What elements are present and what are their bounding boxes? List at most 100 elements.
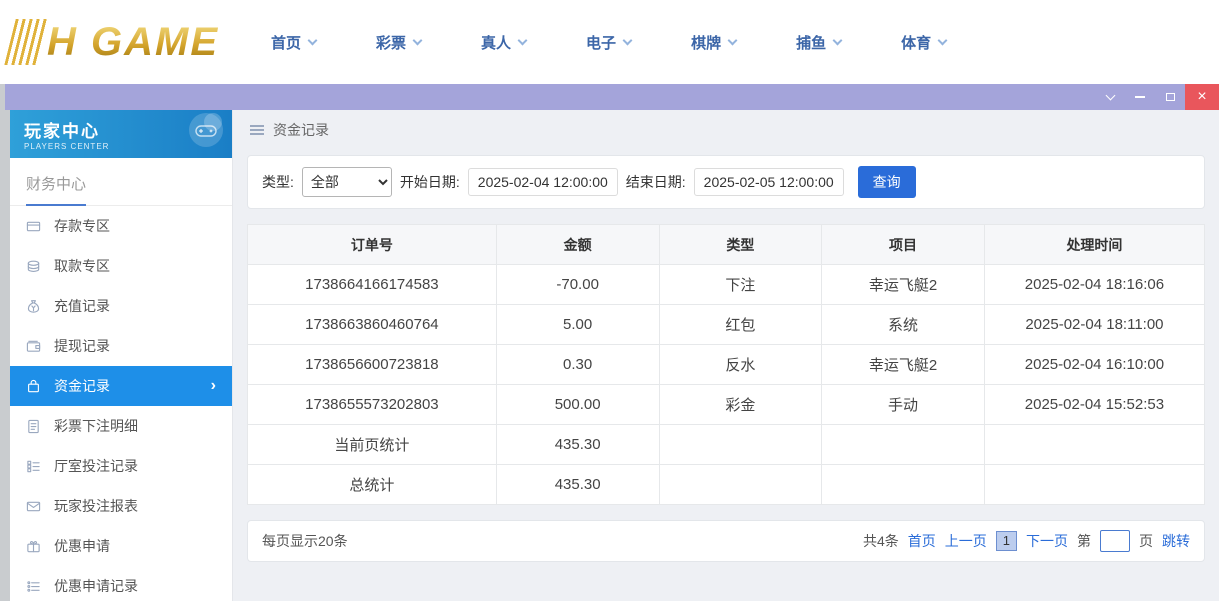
table-row: 17386638604607645.00红包系统2025-02-04 18:11… xyxy=(248,305,1205,345)
nav-item-6[interactable]: 捕鱼 xyxy=(796,32,841,53)
window-close-button[interactable]: × xyxy=(1185,84,1219,110)
sidebar-item-deposit[interactable]: 存款专区 xyxy=(10,206,232,246)
query-button[interactable]: 查询 xyxy=(858,166,916,198)
funds-table: 订单号金额类型项目处理时间 1738664166174583-70.00下注幸运… xyxy=(247,224,1205,505)
sidebar-item-promo-record[interactable]: 优惠申请记录 xyxy=(10,566,232,601)
table-cell: 系统 xyxy=(822,305,985,345)
first-page-link[interactable]: 首页 xyxy=(908,531,936,551)
table-cell: 2025-02-04 18:16:06 xyxy=(984,265,1204,305)
table-cell: 幸运飞艇2 xyxy=(822,345,985,385)
table-cell: 彩金 xyxy=(659,385,822,425)
table-cell: 1738656600723818 xyxy=(248,345,497,385)
sidebar-item-label: 彩票下注明细 xyxy=(54,416,138,436)
sidebar-section-title: 财务中心 xyxy=(10,158,232,206)
sidebar-item-label: 取款专区 xyxy=(54,256,110,276)
table-header-row: 订单号金额类型项目处理时间 xyxy=(248,225,1205,265)
table-cell: 下注 xyxy=(659,265,822,305)
nav-item-label: 电子 xyxy=(586,32,616,53)
gamepad-icon xyxy=(180,110,226,158)
sidebar-item-label: 提现记录 xyxy=(54,336,110,356)
sidebar-item-label: 厅室投注记录 xyxy=(54,456,138,476)
table-cell: 反水 xyxy=(659,345,822,385)
table-cell: 总统计 xyxy=(248,465,497,505)
chevron-right-icon: › xyxy=(211,378,216,394)
player-report-icon xyxy=(26,499,41,514)
start-date-label: 开始日期: xyxy=(400,172,460,192)
table-row: 总统计435.30 xyxy=(248,465,1205,505)
table-cell: 0.30 xyxy=(496,345,659,385)
logo: H GAME xyxy=(10,19,219,65)
nav-item-1[interactable]: 首页 xyxy=(271,32,316,53)
nav-item-label: 体育 xyxy=(901,32,931,53)
sidebar-item-promo-apply[interactable]: 优惠申请 xyxy=(10,526,232,566)
page-jump-input[interactable] xyxy=(1100,530,1130,552)
nav-item-3[interactable]: 真人 xyxy=(481,32,526,53)
table-cell: 1738663860460764 xyxy=(248,305,497,345)
sidebar: 玩家中心 PLAYERS CENTER 财务中心 存款专区取款专区充值记录提现 xyxy=(10,110,233,601)
sidebar-item-label: 优惠申请记录 xyxy=(54,576,138,596)
sidebar-item-funds[interactable]: 资金记录 › xyxy=(10,366,232,406)
sidebar-item-label: 充值记录 xyxy=(54,296,110,316)
nav-item-5[interactable]: 棋牌 xyxy=(691,32,736,53)
sidebar-menu: 存款专区取款专区充值记录提现记录资金记录 › 彩票下注明细厅室投注记录玩家投注报表优… xyxy=(10,206,232,601)
table-cell xyxy=(984,465,1204,505)
nav-item-2[interactable]: 彩票 xyxy=(376,32,421,53)
table-cell: 500.00 xyxy=(496,385,659,425)
table-cell: 红包 xyxy=(659,305,822,345)
table-cell: 5.00 xyxy=(496,305,659,345)
breadcrumb-label: 资金记录 xyxy=(273,120,329,140)
main-content: 资金记录 类型: 全部 开始日期: 结束日期: 查询 订单号金额类型项目处理时间… xyxy=(233,110,1219,601)
sidebar-item-hall-bet[interactable]: 厅室投注记录 xyxy=(10,446,232,486)
promo-record-icon xyxy=(26,579,41,594)
chevron-down-icon xyxy=(413,35,423,45)
type-select[interactable]: 全部 xyxy=(302,167,392,197)
page-size-text: 每页显示20条 xyxy=(262,531,348,551)
app-window: H GAME 首页 彩票 真人 电子 棋牌 捕鱼 体育 × 玩家中心 PLAYERS CEN… xyxy=(0,0,1219,601)
sidebar-header: 玩家中心 PLAYERS CENTER xyxy=(10,110,232,158)
prev-page-link[interactable]: 上一页 xyxy=(945,531,987,551)
promo-apply-icon xyxy=(26,539,41,554)
table-cell xyxy=(659,425,822,465)
table-header-cell: 类型 xyxy=(659,225,822,265)
funds-icon xyxy=(26,379,41,394)
pagination-controls: 共4条 首页 上一页 1 下一页 第 页 跳转 xyxy=(863,530,1190,552)
chevron-down-icon xyxy=(1105,91,1115,101)
window-dropdown-button[interactable] xyxy=(1095,84,1125,110)
sidebar-item-label: 优惠申请 xyxy=(54,536,110,556)
table-cell xyxy=(822,425,985,465)
deposit-icon xyxy=(26,219,41,234)
next-page-link[interactable]: 下一页 xyxy=(1026,531,1068,551)
table-cell: 2025-02-04 16:10:00 xyxy=(984,345,1204,385)
jump-suffix-label: 页 xyxy=(1139,531,1153,551)
jump-button[interactable]: 跳转 xyxy=(1162,531,1190,551)
start-date-input[interactable] xyxy=(468,168,618,196)
nav-item-label: 捕鱼 xyxy=(796,32,826,53)
withdraw-icon xyxy=(26,259,41,274)
table-header-cell: 项目 xyxy=(822,225,985,265)
window-minimize-button[interactable] xyxy=(1125,84,1155,110)
nav-item-4[interactable]: 电子 xyxy=(586,32,631,53)
table-cell: 手动 xyxy=(822,385,985,425)
sidebar-item-lottery-detail[interactable]: 彩票下注明细 xyxy=(10,406,232,446)
table-cell: 435.30 xyxy=(496,425,659,465)
hall-bet-icon xyxy=(26,459,41,474)
breadcrumb: 资金记录 xyxy=(233,110,1219,150)
nav-item-7[interactable]: 体育 xyxy=(901,32,946,53)
table-cell: 1738655573202803 xyxy=(248,385,497,425)
sidebar-item-recharge[interactable]: 充值记录 xyxy=(10,286,232,326)
table-body: 1738664166174583-70.00下注幸运飞艇22025-02-04 … xyxy=(248,265,1205,505)
table-row: 1738664166174583-70.00下注幸运飞艇22025-02-04 … xyxy=(248,265,1205,305)
sidebar-item-withdrawal-record[interactable]: 提现记录 xyxy=(10,326,232,366)
table-cell xyxy=(984,425,1204,465)
end-date-input[interactable] xyxy=(694,168,844,196)
recharge-icon xyxy=(26,299,41,314)
sidebar-item-withdraw[interactable]: 取款专区 xyxy=(10,246,232,286)
table-header-cell: 金额 xyxy=(496,225,659,265)
table-cell: 2025-02-04 15:52:53 xyxy=(984,385,1204,425)
sidebar-item-player-report[interactable]: 玩家投注报表 xyxy=(10,486,232,526)
window-maximize-button[interactable] xyxy=(1155,84,1185,110)
window-controls: × xyxy=(1095,84,1219,110)
sidebar-item-label: 资金记录 xyxy=(54,376,110,396)
window-titlebar: × xyxy=(5,84,1219,110)
table-header-cell: 处理时间 xyxy=(984,225,1204,265)
